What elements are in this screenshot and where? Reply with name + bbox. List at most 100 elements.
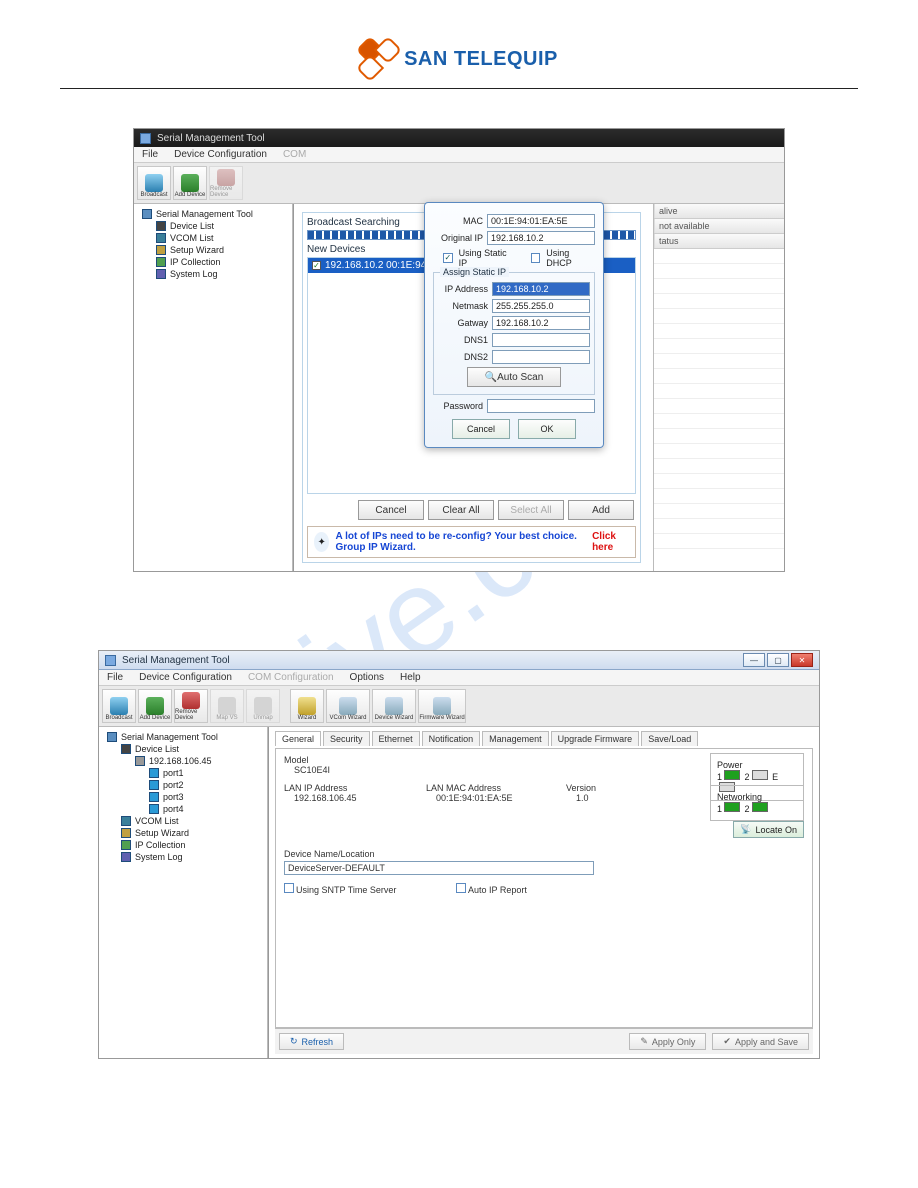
tree-port1[interactable]: port1: [103, 767, 263, 779]
lan-ip-label: LAN IP Address: [284, 783, 357, 793]
nav-tree[interactable]: Serial Management Tool Device List VCOM …: [134, 204, 293, 571]
wizard-icon: [298, 697, 316, 715]
broadcast-panel: Broadcast Searching New Devices 192.168.…: [293, 204, 653, 571]
netmask-input[interactable]: 255.255.255.0: [492, 299, 590, 313]
auto-scan-button[interactable]: 🔍 Auto Scan: [467, 367, 561, 387]
general-panel: Model SC10E4I LAN IP Address 192.168.106…: [275, 748, 813, 1028]
menu-file[interactable]: File: [134, 147, 166, 162]
menu-help[interactable]: Help: [392, 670, 429, 685]
ip-collection-icon: [121, 840, 131, 850]
tree-device-ip[interactable]: 192.168.106.45: [103, 755, 263, 767]
tab-general[interactable]: General: [275, 731, 321, 746]
window-title: Serial Management Tool: [157, 133, 265, 144]
version-value: 1.0: [566, 793, 596, 803]
tree-ip-collection[interactable]: IP Collection: [138, 256, 288, 268]
tree-port2[interactable]: port2: [103, 779, 263, 791]
screenshot-broadcast-search: Serial Management Tool File Device Confi…: [134, 129, 784, 571]
device-location-input[interactable]: DeviceServer-DEFAULT: [284, 861, 594, 875]
menu-device-config[interactable]: Device Configuration: [131, 670, 240, 685]
assign-ip-dialog: MAC00:1E:94:01:EA:5E Original IP192.168.…: [424, 202, 604, 448]
net-led-2: [752, 802, 768, 812]
tab-ethernet[interactable]: Ethernet: [372, 731, 420, 746]
group-ip-wizard-promo[interactable]: ✦ A lot of IPs need to be re-config? You…: [307, 526, 636, 558]
net-led-1: [724, 802, 740, 812]
menu-options[interactable]: Options: [342, 670, 392, 685]
refresh-button[interactable]: ↻Refresh: [279, 1033, 344, 1050]
tree-vcom-list[interactable]: VCOM List: [103, 815, 263, 827]
locate-icon: 📡: [740, 824, 751, 835]
wand-icon: ✦: [314, 532, 329, 552]
static-ip-checkbox[interactable]: [443, 253, 453, 263]
port-icon: [149, 792, 159, 802]
apply-icon: ✎: [640, 1036, 648, 1047]
dialog-cancel-button[interactable]: Cancel: [452, 419, 510, 439]
tree-device-list[interactable]: Device List: [103, 743, 263, 755]
tree-port4[interactable]: port4: [103, 803, 263, 815]
vcom-wizard-button[interactable]: VCom Wizard: [326, 689, 370, 723]
tab-notification[interactable]: Notification: [422, 731, 481, 746]
cancel-button[interactable]: Cancel: [358, 500, 424, 520]
add-button[interactable]: Add: [568, 500, 634, 520]
maximize-button[interactable]: ▢: [767, 653, 789, 667]
brand-logo: SAN TELEQUIP: [60, 40, 858, 80]
app-icon: [105, 655, 116, 666]
menu-device-config[interactable]: Device Configuration: [166, 147, 275, 162]
networking-status-box: Networking 1 2: [710, 785, 804, 821]
map-vs-icon: [218, 697, 236, 715]
close-button[interactable]: ✕: [791, 653, 813, 667]
add-device-icon: [181, 174, 199, 192]
remove-device-icon: [182, 692, 200, 709]
tree-system-log[interactable]: System Log: [138, 268, 288, 280]
system-log-icon: [121, 852, 131, 862]
add-device-button[interactable]: Add Device: [173, 166, 207, 200]
broadcast-button[interactable]: Broadcast: [102, 689, 136, 723]
gateway-input[interactable]: 192.168.10.2: [492, 316, 590, 330]
add-device-icon: [146, 697, 164, 715]
menu-com-config: COM: [275, 147, 314, 162]
device-wizard-button[interactable]: Device Wizard: [372, 689, 416, 723]
device-wizard-icon: [385, 697, 403, 715]
tree-ip-collection[interactable]: IP Collection: [103, 839, 263, 851]
tree-port3[interactable]: port3: [103, 791, 263, 803]
logo-mark-icon: [360, 40, 398, 78]
locate-on-button[interactable]: 📡Locate On: [733, 821, 804, 838]
tree-device-list[interactable]: Device List: [138, 220, 288, 232]
device-detail-panel: General Security Ethernet Notification M…: [268, 727, 819, 1058]
minimize-button[interactable]: —: [743, 653, 765, 667]
device-list-icon: [156, 221, 166, 231]
menu-com-config: COM Configuration: [240, 670, 342, 685]
nav-tree[interactable]: Serial Management Tool Device List 192.1…: [99, 727, 268, 1058]
clear-all-button[interactable]: Clear All: [428, 500, 494, 520]
menu-file[interactable]: File: [99, 670, 131, 685]
ip-collection-icon: [156, 257, 166, 267]
app-icon: [140, 133, 151, 144]
sntp-checkbox[interactable]: [284, 883, 294, 893]
tab-upgrade-firmware[interactable]: Upgrade Firmware: [551, 731, 640, 746]
tree-root-icon: [107, 732, 117, 742]
col-not-available: not available: [654, 219, 784, 233]
firmware-wizard-button[interactable]: Firmware Wizard: [418, 689, 466, 723]
tree-setup-wizard[interactable]: Setup Wizard: [138, 244, 288, 256]
dns1-input[interactable]: [492, 333, 590, 347]
dhcp-checkbox[interactable]: [531, 253, 541, 263]
tab-save-load[interactable]: Save/Load: [641, 731, 698, 746]
tree-setup-wizard[interactable]: Setup Wizard: [103, 827, 263, 839]
col-alive: alive: [654, 204, 784, 218]
broadcast-button[interactable]: Broadcast: [137, 166, 171, 200]
add-device-button[interactable]: Add Device: [138, 689, 172, 723]
wizard-button[interactable]: Wizard: [290, 689, 324, 723]
tab-management[interactable]: Management: [482, 731, 549, 746]
device-checkbox[interactable]: [312, 261, 321, 270]
model-label: Model: [284, 755, 330, 765]
save-icon: ✔: [723, 1036, 731, 1047]
dialog-ok-button[interactable]: OK: [518, 419, 576, 439]
tab-security[interactable]: Security: [323, 731, 370, 746]
window-title: Serial Management Tool: [122, 655, 230, 666]
tree-vcom-list[interactable]: VCOM List: [138, 232, 288, 244]
auto-ip-report-checkbox[interactable]: [456, 883, 466, 893]
ip-address-input[interactable]: 192.168.10.2: [492, 282, 590, 296]
dns2-input[interactable]: [492, 350, 590, 364]
remove-device-button[interactable]: Remove Device: [174, 689, 208, 723]
tree-system-log[interactable]: System Log: [103, 851, 263, 863]
password-input[interactable]: [487, 399, 595, 413]
